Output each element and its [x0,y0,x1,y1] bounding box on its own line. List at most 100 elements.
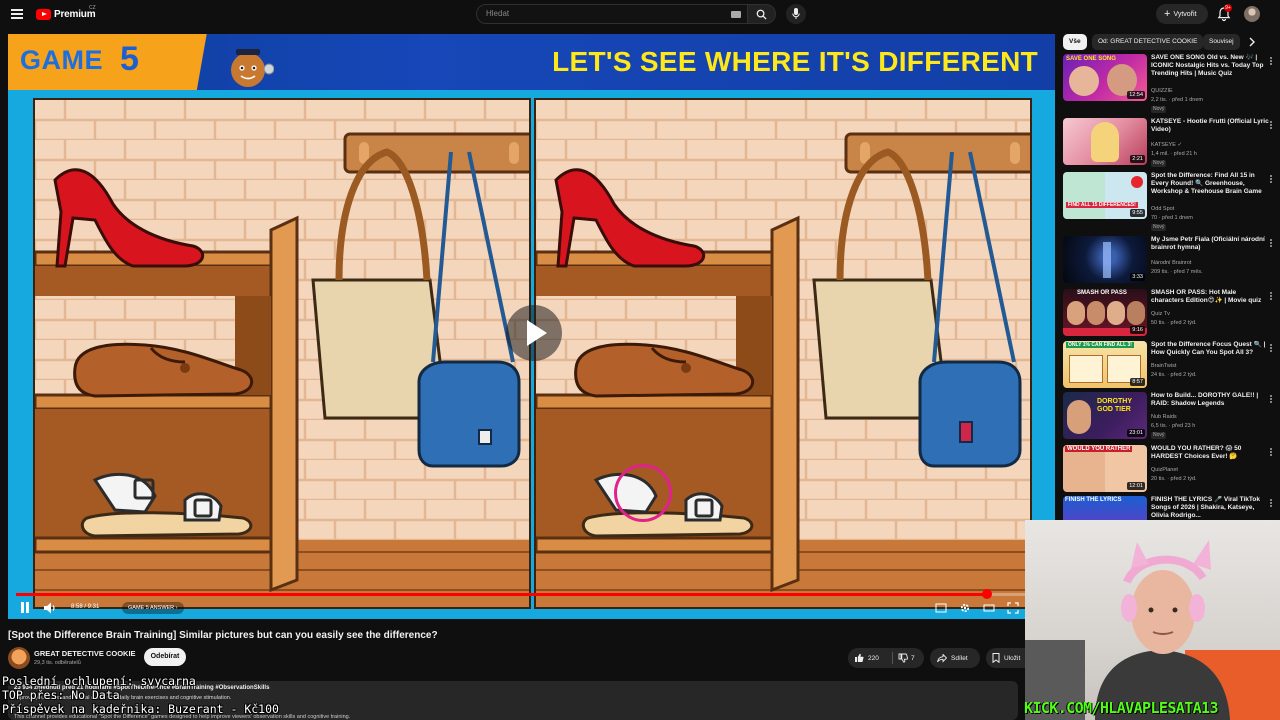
thumbnail-text: FIND ALL 15 DIFFERENCES! [1066,202,1138,208]
chip-all[interactable]: Vše [1063,34,1087,50]
recommendation-channel: Odd Spot [1151,206,1175,212]
more-vert-icon[interactable] [1269,343,1273,355]
more-vert-icon[interactable] [1269,498,1273,510]
recommendation-item[interactable]: 2:21 KATSEYE - Hootie Frutti (Official L… [1063,118,1273,170]
like-dislike-group: 220 7 [848,648,924,668]
difference-marker-circle [614,464,672,522]
youtube-play-icon [36,8,51,20]
video-player[interactable]: GAME 5 LET'S SEE WHERE IT'S DIFFERENT 8:… [8,34,1055,619]
play-icon[interactable] [506,305,562,361]
thumbnail-picture [1069,355,1103,383]
recommendation-stats: 24 tis. · před 2 týd. [1151,372,1197,378]
kick-channel-overlay: KICK.COM/HLAVAPLESATA13 [1024,699,1219,717]
chip-related[interactable]: Souvisej [1203,34,1240,50]
chapter-button[interactable]: GAME 5 ANSWER › [122,602,184,614]
channel-avatar[interactable] [8,647,30,669]
video-thumbnail: SAVE ONE SONG 12:54 [1063,54,1147,101]
progress-fill [16,593,988,596]
theater-mode-icon[interactable] [983,602,995,614]
gear-icon[interactable] [959,602,971,614]
dislike-button[interactable]: 7 [898,652,915,664]
pause-icon[interactable] [20,602,30,613]
progress-bar[interactable] [16,589,1047,599]
recommendation-item[interactable]: FIND ALL 15 DIFFERENCES! 9:55 Spot the D… [1063,172,1273,231]
share-icon [937,653,947,663]
chevron-right-icon[interactable] [1246,36,1258,48]
fullscreen-icon[interactable] [1007,602,1019,614]
more-vert-icon[interactable] [1269,394,1273,406]
stream-overlay-contribution: Příspěvek na kadeřnika: Buzerant - Kč100 [2,702,279,716]
recommendation-stats: 50 tis. · před 2 týd. [1151,320,1197,326]
recommendation-channel: KATSEYE ✓ [1151,142,1183,148]
banner-game-text: GAME [20,45,103,75]
recommendation-item[interactable]: SMASH OR PASS 9:16 SMASH OR PASS: Hot Ma… [1063,289,1273,341]
subscriber-count: 29,3 tis. odběratelů [34,660,81,666]
thumbnail-text: WOULD YOU RATHER [1065,446,1133,452]
more-vert-icon[interactable] [1269,56,1273,68]
subscribe-button[interactable]: Odebírat [144,648,186,666]
recommendation-title: SMASH OR PASS: Hot Male characters Editi… [1151,289,1262,304]
create-button[interactable]: + Vytvořit [1156,4,1208,24]
volume-icon[interactable] [43,601,57,615]
banner-game-number: 5 [120,40,139,78]
like-count: 220 [868,654,879,662]
streamer-webcam [1025,520,1280,720]
recommendation-item[interactable]: WOULD YOU RATHER 12:01 WOULD YOU RATHER?… [1063,445,1273,497]
new-badge: Nový [1151,432,1167,439]
save-button[interactable]: Uložit [986,648,1026,668]
recommendation-stats: 2,2 tis. · před 1 dnem [1151,97,1203,103]
more-vert-icon[interactable] [1269,291,1273,303]
stream-overlay-last-donation: Poslední ochlupení: svycarna [2,674,196,688]
channel-name[interactable]: GREAT DETECTIVE COOKIE [34,649,136,658]
thumbnail-beam [1103,242,1111,278]
share-button[interactable]: Sdílet [930,648,980,668]
recommendation-stats: 70 · před 1 dnem [1151,215,1193,221]
recommendation-title: KATSEYE - Hootie Frutti (Official Lyric … [1151,118,1269,133]
thumbnail-text: DOROTHY GOD TIER [1097,398,1132,413]
recommendation-stats: 20 tis. · před 2 týd. [1151,476,1197,482]
create-label: Vytvořit [1173,10,1197,18]
chip-from-channel[interactable]: Od: GREAT DETECTIVE COOKIE [1092,34,1204,50]
video-duration: 9:55 [1130,209,1145,217]
video-title: [Spot the Difference Brain Training] Sim… [8,630,438,641]
recommendation-stats: 6,5 tis. · před 23 h [1151,423,1196,429]
thumbnail-text: SAVE ONE SONG [1066,56,1116,62]
search-button[interactable] [748,4,776,24]
recommendation-title: WOULD YOU RATHER? 😱 50 HARDEST Choices E… [1151,445,1242,460]
miniplayer-icon[interactable] [935,602,947,614]
picture-right[interactable] [534,98,1032,609]
recommendation-stats: 1,4 mil. · před 21 h [1151,151,1197,157]
recommendation-item[interactable]: DOROTHY GOD TIER 23:01 How to Build... D… [1063,392,1273,444]
video-thumbnail: FIND ALL 15 DIFFERENCES! 9:55 [1063,172,1147,219]
filter-chips: Vše Od: GREAT DETECTIVE COOKIE Souvisej [1063,34,1263,50]
thumbnail-text: ONLY 1% CAN FIND ALL 3! [1066,342,1134,348]
recommendation-item[interactable]: SAVE ONE SONG 12:54 SAVE ONE SONG Old vs… [1063,54,1273,113]
new-badge: Nový [1151,160,1167,167]
more-vert-icon[interactable] [1269,174,1273,186]
keyboard-icon[interactable] [731,11,741,18]
more-vert-icon[interactable] [1269,120,1273,132]
account-avatar[interactable] [1244,6,1260,22]
voice-search-button[interactable] [786,4,806,24]
new-badge: Nový [1151,224,1167,231]
recommendation-item[interactable]: ONLY 1% CAN FIND ALL 3! 8:57 Spot the Di… [1063,341,1273,393]
thumbnail-figure [1091,122,1119,162]
more-vert-icon[interactable] [1269,447,1273,459]
recommendation-channel: Nub Raids [1151,414,1177,420]
more-vert-icon[interactable] [1269,238,1273,250]
notification-badge: 9+ [1224,4,1232,12]
thumbnail-text: SMASH OR PASS [1077,290,1127,296]
shoe-shelf-illustration-variant [536,100,1030,607]
menu-icon[interactable] [11,9,23,19]
video-thumbnail: SMASH OR PASS 9:16 [1063,289,1147,336]
youtube-logo[interactable]: Premium [36,6,96,22]
search-icon [756,9,767,20]
recommendation-title: FINISH THE LYRICS 🎤 Viral TikTok Songs o… [1151,496,1260,519]
video-duration: 12:54 [1127,91,1145,99]
player-controls: 8:58 / 9:31 GAME 5 ANSWER › [8,598,1055,619]
like-button[interactable]: 220 [854,652,879,664]
search-input[interactable]: Hledat [476,4,748,24]
thumbs-up-icon [855,653,864,662]
picture-left[interactable] [33,98,531,609]
recommendation-item[interactable]: 3:33 My Jsme Petr Fiala (Oficiální národ… [1063,236,1273,288]
